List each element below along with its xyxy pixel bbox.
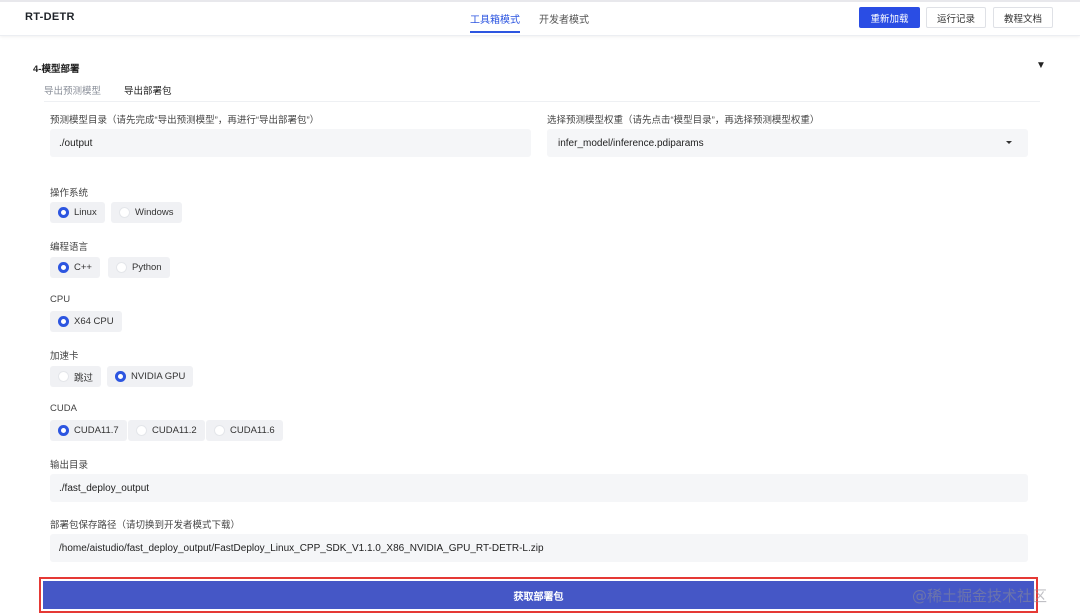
top-navbar: RT-DETR 工具箱模式 开发者模式 重新加载 运行记录 教程文档 — [0, 0, 1080, 36]
radio-selected-icon — [115, 371, 126, 382]
cuda-option-11-2-label: CUDA11.2 — [152, 425, 197, 436]
language-label: 编程语言 — [50, 242, 89, 253]
subtab-export-package[interactable]: 导出部署包 — [124, 83, 172, 97]
docs-button[interactable]: 教程文档 — [993, 7, 1053, 28]
os-option-linux-label: Linux — [74, 207, 97, 218]
model-dir-input[interactable]: ./output — [50, 129, 531, 157]
cpu-label: CPU — [50, 294, 71, 305]
cuda-label: CUDA — [50, 403, 77, 414]
collapse-triangle-icon[interactable]: ▼ — [1036, 60, 1046, 71]
tab-toolbox-mode[interactable]: 工具箱模式 — [470, 11, 520, 33]
cpu-option-x64[interactable]: X64 CPU — [50, 311, 122, 332]
cuda-option-11-7-label: CUDA11.7 — [74, 425, 119, 436]
radio-unselected-icon — [214, 425, 225, 436]
accelerator-option-skip-label: 跳过 — [74, 372, 94, 384]
cuda-option-11-6[interactable]: CUDA11.6 — [206, 420, 283, 441]
tab-developer-mode[interactable]: 开发者模式 — [539, 11, 589, 26]
radio-unselected-icon — [119, 207, 130, 218]
watermark-text: @稀土掘金技术社区 — [912, 587, 1048, 605]
accelerator-option-skip[interactable]: 跳过 — [50, 366, 102, 387]
cuda-option-11-7[interactable]: CUDA11.7 — [50, 420, 127, 441]
output-dir-label: 输出目录 — [50, 460, 89, 471]
app-brand: RT-DETR — [25, 11, 75, 23]
cuda-option-11-2[interactable]: CUDA11.2 — [128, 420, 205, 441]
reload-button[interactable]: 重新加载 — [859, 7, 920, 28]
cuda-option-11-6-label: CUDA11.6 — [230, 425, 275, 436]
cpu-option-x64-label: X64 CPU — [74, 316, 114, 327]
model-weights-label: 选择预测模型权重（请先点击“模型目录”，再选择预测模型权重） — [547, 115, 820, 126]
language-option-python[interactable]: Python — [108, 257, 170, 278]
radio-selected-icon — [58, 207, 69, 218]
subtab-divider — [44, 101, 1040, 102]
package-path-field[interactable]: /home/aistudio/fast_deploy_output/FastDe… — [50, 534, 1028, 562]
language-option-cpp[interactable]: C++ — [50, 257, 100, 278]
radio-selected-icon — [58, 316, 69, 327]
get-package-button[interactable]: 获取部署包 — [43, 581, 1034, 609]
os-option-linux[interactable]: Linux — [50, 202, 105, 223]
package-path-label: 部署包保存路径（请切换到开发者模式下载） — [50, 520, 241, 531]
section-title: 4-模型部署 — [33, 64, 80, 75]
os-label: 操作系统 — [50, 188, 89, 199]
os-option-windows[interactable]: Windows — [111, 202, 182, 223]
radio-selected-icon — [58, 425, 69, 436]
model-weights-select[interactable]: infer_model/inference.pdiparams — [547, 129, 1028, 157]
radio-unselected-icon — [116, 262, 127, 273]
radio-unselected-icon — [58, 371, 69, 382]
output-dir-input[interactable]: ./fast_deploy_output — [50, 474, 1028, 502]
accelerator-option-nvidia-gpu[interactable]: NVIDIA GPU — [107, 366, 194, 387]
run-log-button[interactable]: 运行记录 — [926, 7, 986, 28]
os-option-windows-label: Windows — [135, 207, 174, 218]
language-option-python-label: Python — [132, 262, 162, 273]
radio-unselected-icon — [136, 425, 147, 436]
accelerator-label: 加速卡 — [50, 351, 79, 362]
language-option-cpp-label: C++ — [74, 262, 92, 273]
dropdown-caret-icon — [1006, 141, 1012, 144]
model-weights-value: infer_model/inference.pdiparams — [558, 137, 704, 149]
accelerator-option-nvidia-gpu-label: NVIDIA GPU — [131, 371, 186, 382]
subtab-export-model[interactable]: 导出预测模型 — [44, 83, 101, 97]
radio-selected-icon — [58, 262, 69, 273]
model-dir-label: 预测模型目录（请先完成“导出预测模型”，再进行“导出部署包”） — [50, 115, 320, 126]
